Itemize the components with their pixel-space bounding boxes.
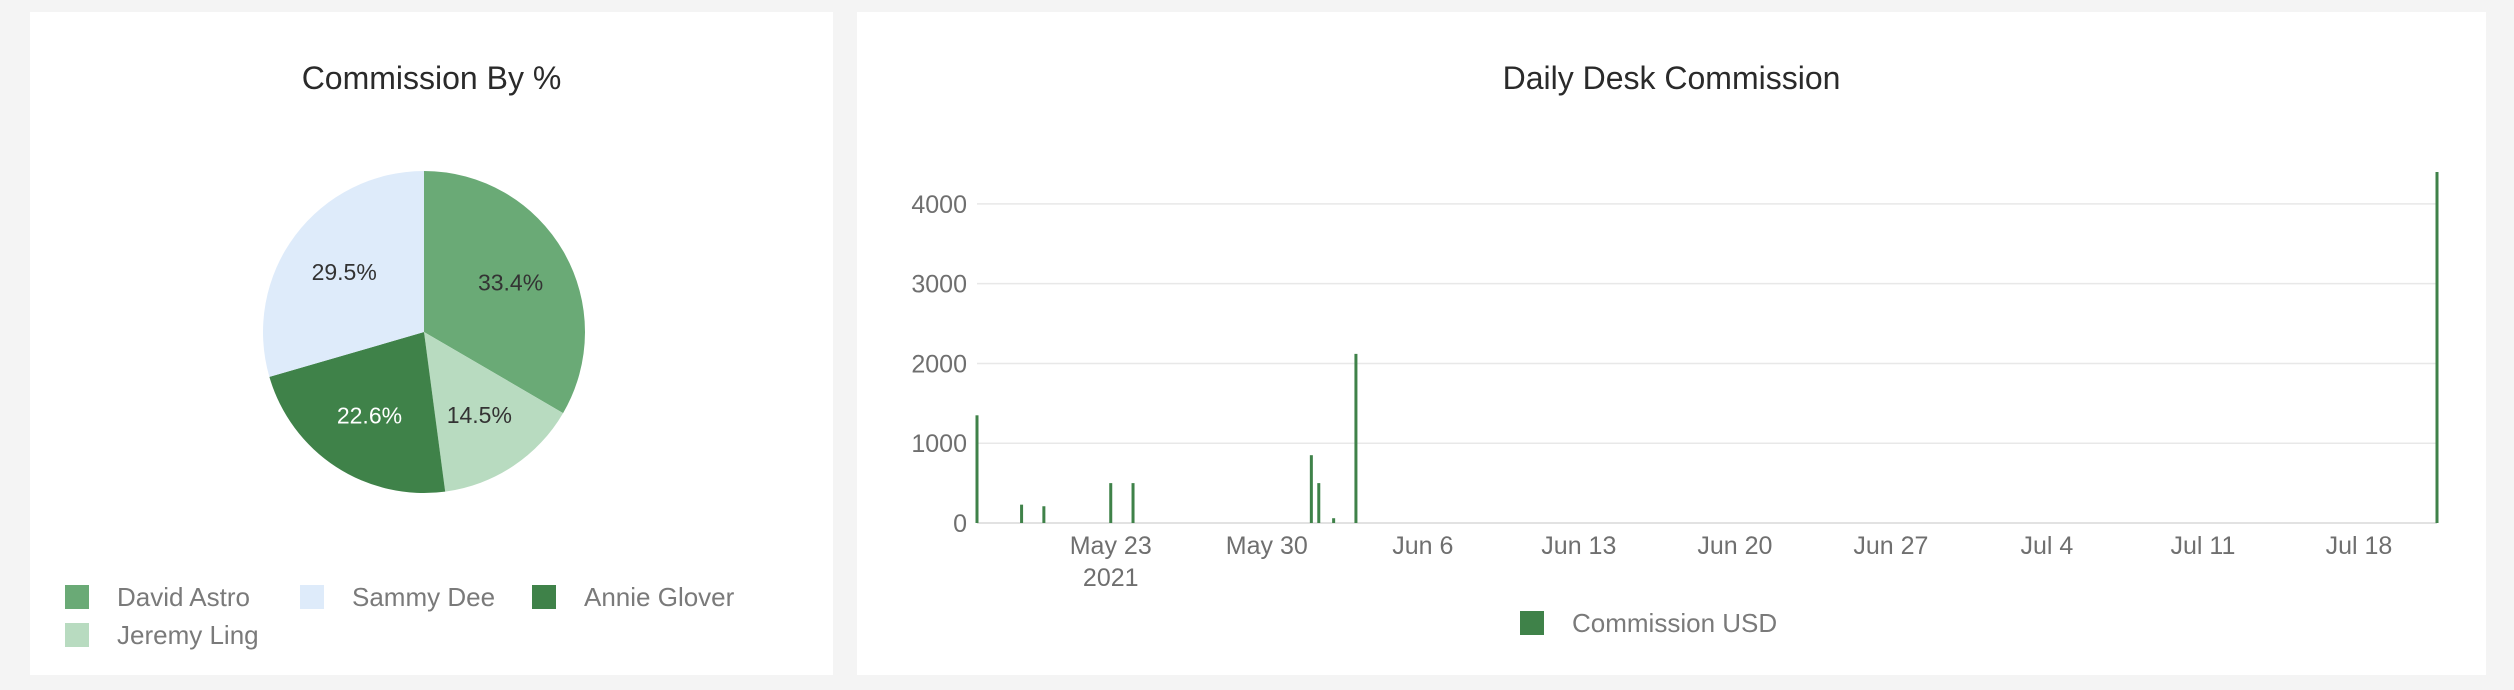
y-tick-label: 4000 [911, 191, 967, 219]
pie-slice-label-sammy-dee: 29.5% [312, 259, 377, 285]
bar[interactable] [975, 415, 979, 523]
bar[interactable] [1354, 353, 1358, 523]
x-tick-label: Jun 20 [1697, 532, 1772, 560]
bar[interactable] [1131, 483, 1135, 523]
legend-swatch [1520, 611, 1544, 635]
bar-chart-card: Daily Desk Commission 0 1000 2000 3000 4000 M… [857, 12, 2486, 675]
y-tick-label: 1000 [911, 430, 967, 458]
legend-swatch [65, 585, 89, 609]
legend-label: Commission USD [1572, 607, 1778, 638]
legend-label: David Astro [117, 581, 250, 612]
x-tick-label: Jul 11 [2171, 532, 2236, 560]
bar[interactable] [1020, 504, 1024, 523]
legend-item-jeremy-ling[interactable]: Jeremy Ling [65, 618, 259, 652]
x-tick-label: Jul 18 [2326, 532, 2393, 560]
x-tick-label: May 23 [1070, 532, 1152, 560]
y-tick-label: 3000 [911, 271, 967, 299]
legend-swatch [300, 585, 324, 609]
bar[interactable] [2435, 172, 2439, 523]
bar-chart: 0 1000 2000 3000 4000 May 23 2021 May 30 Jun 6 Ju… [911, 172, 2439, 592]
pie-slice-label-annie-glover: 22.6% [337, 403, 402, 429]
y-tick-label: 0 [953, 510, 967, 538]
pie-chart: 33.4% 14.5% 22.6% 29.5% [263, 171, 585, 493]
bar[interactable] [1042, 506, 1046, 523]
legend-item-annie-glover[interactable]: Annie Glover [532, 580, 734, 614]
bar[interactable] [1309, 455, 1313, 523]
legend-swatch [532, 585, 556, 609]
legend-label: Jeremy Ling [117, 619, 259, 650]
y-tick-label: 2000 [911, 350, 967, 378]
legend-item-sammy-dee[interactable]: Sammy Dee [300, 580, 495, 614]
legend-label: Annie Glover [584, 581, 735, 612]
pie-chart-card: Commission By % 33.4% 14.5% 22.6% 29.5% Dav… [30, 12, 833, 675]
pie-slice-label-jeremy-ling: 14.5% [447, 402, 512, 428]
pie-slice-label-david-astro: 33.4% [478, 269, 543, 295]
x-tick-sublabel: 2021 [1083, 564, 1139, 592]
bar[interactable] [1109, 483, 1113, 523]
legend-swatch [65, 623, 89, 647]
bar[interactable] [1317, 483, 1321, 523]
legend-item-david-astro[interactable]: David Astro [65, 580, 250, 614]
x-tick-label: May 30 [1226, 532, 1308, 560]
x-tick-label: Jun 27 [1853, 532, 1928, 560]
x-tick-label: Jun 13 [1541, 532, 1616, 560]
x-tick-label: Jul 4 [2021, 532, 2074, 560]
x-tick-label: Jun 6 [1392, 532, 1453, 560]
legend-item-commission-usd[interactable]: Commission USD [1520, 606, 1777, 640]
bar[interactable] [1332, 518, 1336, 523]
legend-label: Sammy Dee [352, 581, 496, 612]
